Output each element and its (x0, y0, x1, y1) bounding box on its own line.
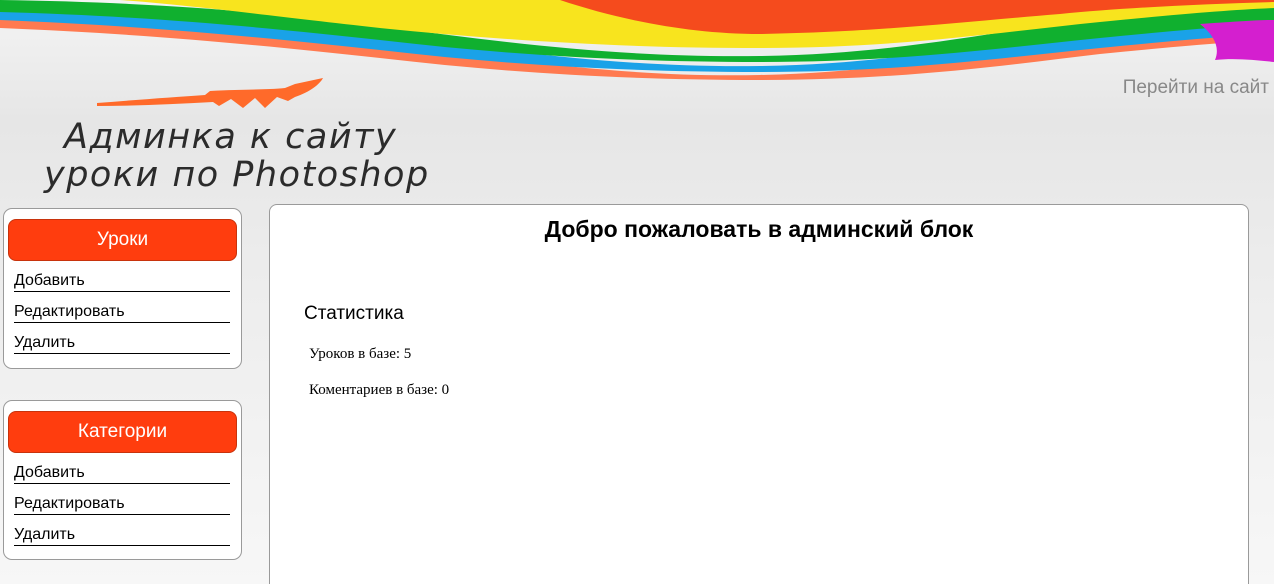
comments-count-stat: Коментариев в базе: 0 (309, 382, 450, 398)
site-logo: Админка к сайту уроки по Photoshop (44, 118, 464, 194)
lessons-count-stat: Уроков в базе: 5 (309, 346, 412, 362)
stats-heading: Статистика (304, 303, 404, 324)
lessons-add-link[interactable]: Добавить (14, 261, 230, 292)
categories-add-link[interactable]: Добавить (14, 453, 230, 484)
page-title: Добро пожаловать в админский блок (544, 216, 974, 242)
logo-swoosh-icon (97, 78, 323, 108)
main-content-panel: Добро пожаловать в админский блок Статис… (269, 204, 1249, 584)
rainbow-header-decoration (0, 0, 1274, 80)
lessons-menu-header: Уроки (8, 219, 237, 261)
lessons-delete-link[interactable]: Удалить (14, 323, 230, 354)
logo-line-1: Админка к сайту (64, 117, 398, 157)
categories-menu-header: Категории (8, 411, 237, 453)
lessons-menu: Уроки Добавить Редактировать Удалить (3, 208, 242, 369)
categories-edit-link[interactable]: Редактировать (14, 484, 230, 515)
categories-delete-link[interactable]: Удалить (14, 515, 230, 546)
goto-site-link[interactable]: Перейти на сайт (1123, 77, 1269, 99)
lessons-edit-link[interactable]: Редактировать (14, 292, 230, 323)
logo-line-2: уроки по Photoshop (44, 155, 430, 195)
categories-menu: Категории Добавить Редактировать Удалить (3, 400, 242, 560)
